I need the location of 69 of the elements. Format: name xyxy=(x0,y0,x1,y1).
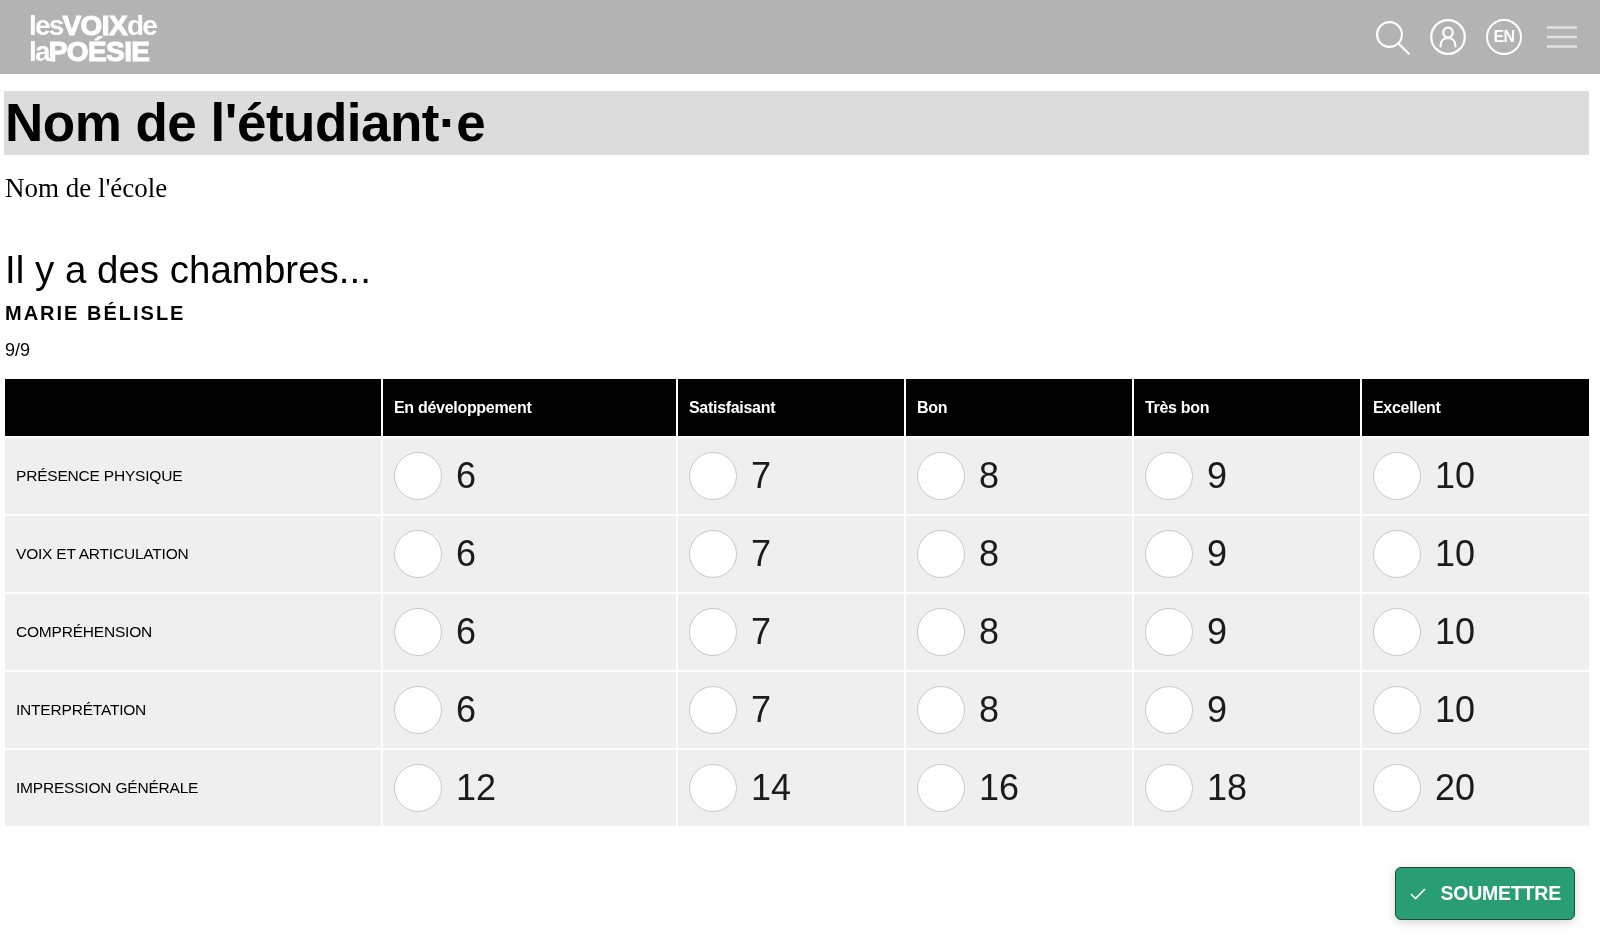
points-label[interactable]: 7 xyxy=(751,458,772,494)
column-header: Très bon xyxy=(1132,379,1360,436)
radio-button[interactable] xyxy=(394,764,442,812)
points-label[interactable]: 7 xyxy=(751,614,772,650)
radio-button[interactable] xyxy=(1145,530,1193,578)
points-label[interactable]: 9 xyxy=(1207,458,1228,494)
points-label[interactable]: 6 xyxy=(456,536,477,572)
points-label[interactable]: 9 xyxy=(1207,692,1228,728)
radio-button[interactable] xyxy=(1145,764,1193,812)
criterion-label: IMPRESSION GÉNÉRALE xyxy=(16,779,199,796)
radio-button[interactable] xyxy=(917,764,965,812)
points-label[interactable]: 8 xyxy=(979,458,1000,494)
school-name: Nom de l'école xyxy=(4,173,169,203)
radio-button[interactable] xyxy=(394,686,442,734)
radio-button[interactable] xyxy=(689,764,737,812)
points-label[interactable]: 7 xyxy=(751,692,772,728)
points-label[interactable]: 8 xyxy=(979,614,1000,650)
criterion-label: PRÉSENCE PHYSIQUE xyxy=(16,467,183,484)
column-header: En développement xyxy=(381,379,676,436)
points-label[interactable]: 20 xyxy=(1435,770,1476,806)
column-header: Satisfaisant xyxy=(676,379,904,436)
points-label[interactable]: 18 xyxy=(1207,770,1248,806)
search-icon[interactable] xyxy=(1375,19,1410,55)
points-label[interactable]: 6 xyxy=(456,458,477,494)
points-label[interactable]: 14 xyxy=(751,770,792,806)
radio-button[interactable] xyxy=(917,686,965,734)
points-label[interactable]: 10 xyxy=(1435,536,1476,572)
radio-button[interactable] xyxy=(1373,608,1421,656)
points-label[interactable]: 10 xyxy=(1435,614,1476,650)
student-name-heading: Nom de l'étudiant·e xyxy=(4,91,1589,155)
user-icon[interactable] xyxy=(1430,19,1466,55)
points-label[interactable]: 9 xyxy=(1207,536,1228,572)
poem-author: MARIE BÉLISLE xyxy=(4,301,187,325)
points-label[interactable]: 10 xyxy=(1435,458,1476,494)
radio-button[interactable] xyxy=(689,452,737,500)
column-header: Bon xyxy=(904,379,1132,436)
points-label[interactable]: 6 xyxy=(456,692,477,728)
points-label[interactable]: 9 xyxy=(1207,614,1228,650)
radio-button[interactable] xyxy=(917,452,965,500)
poem-counter: 9/9 xyxy=(4,339,32,361)
points-label[interactable]: 8 xyxy=(979,536,1000,572)
radio-button[interactable] xyxy=(394,530,442,578)
radio-button[interactable] xyxy=(689,530,737,578)
points-label[interactable]: 8 xyxy=(979,692,1000,728)
points-label[interactable]: 7 xyxy=(751,536,772,572)
radio-button[interactable] xyxy=(1373,452,1421,500)
radio-button[interactable] xyxy=(917,608,965,656)
points-label[interactable]: 10 xyxy=(1435,692,1476,728)
check-icon xyxy=(1410,887,1427,900)
points-label[interactable]: 6 xyxy=(456,614,477,650)
menu-icon[interactable] xyxy=(1546,26,1578,48)
radio-button[interactable] xyxy=(1145,452,1193,500)
radio-button[interactable] xyxy=(1145,686,1193,734)
radio-button[interactable] xyxy=(394,608,442,656)
radio-button[interactable] xyxy=(1145,608,1193,656)
radio-button[interactable] xyxy=(689,608,737,656)
poem-title: Il y a des chambres... xyxy=(4,248,372,292)
points-label[interactable]: 16 xyxy=(979,770,1020,806)
radio-button[interactable] xyxy=(1373,686,1421,734)
radio-button[interactable] xyxy=(394,452,442,500)
radio-button[interactable] xyxy=(1373,764,1421,812)
criterion-label: VOIX ET ARTICULATION xyxy=(16,545,189,562)
points-label[interactable]: 12 xyxy=(456,770,497,806)
column-header: Excellent xyxy=(1360,379,1589,436)
criterion-label: INTERPRÉTATION xyxy=(16,701,147,718)
radio-button[interactable] xyxy=(1373,530,1421,578)
radio-button[interactable] xyxy=(917,530,965,578)
criterion-label: COMPRÉHENSION xyxy=(16,623,153,640)
radio-button[interactable] xyxy=(689,686,737,734)
